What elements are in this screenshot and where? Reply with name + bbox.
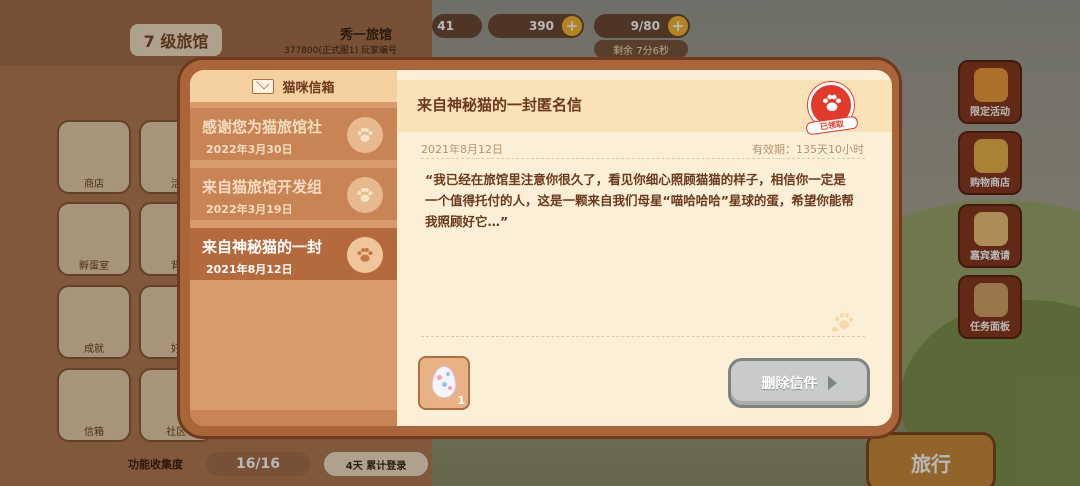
envelope-icon <box>252 78 275 94</box>
mail-item[interactable]: 来自猫旅馆开发组 2022年3月19日 <box>190 168 397 224</box>
mailbox-header: 猫咪信箱 <box>190 70 397 102</box>
letter-body: “我已经在旅馆里注意你很久了，看见你细心照顾猫猫的样子，相信你一定是一个值得托付… <box>425 172 854 229</box>
letter-validity: 有效期：135天10小时 <box>752 143 864 156</box>
mail-item-selected[interactable]: 来自神秘猫的一封 2021年8月12日 <box>190 228 397 284</box>
delete-letter-button[interactable]: 删除信件 <box>728 358 870 408</box>
divider <box>421 336 865 337</box>
paw-icon <box>347 237 383 273</box>
divider <box>421 158 865 159</box>
mail-item[interactable]: 感谢您为猫旅馆社 2022年3月30日 <box>190 108 397 164</box>
play-arrow-icon <box>827 376 837 390</box>
attachment-quantity: 1 <box>457 394 465 407</box>
mailbox-title: 猫咪信箱 <box>282 80 335 96</box>
egg-icon <box>432 366 456 398</box>
mail-date: 2022年3月30日 <box>206 143 293 156</box>
letter-panel: 来自神秘猫的一封匿名信 已领取 2021年8月12日 有效期：135天10小时 … <box>397 70 892 426</box>
mailbox-modal: 猫咪信箱 感谢您为猫旅馆社 2022年3月30日 来自猫旅馆开发组 2022年3… <box>177 57 902 439</box>
mail-title: 感谢您为猫旅馆社 <box>202 118 323 136</box>
paw-icon <box>347 117 383 153</box>
letter-title: 来自神秘猫的一封匿名信 <box>417 96 583 114</box>
mail-list-footer <box>190 410 397 426</box>
mail-date: 2021年8月12日 <box>206 263 293 276</box>
mail-list: 猫咪信箱 感谢您为猫旅馆社 2022年3月30日 来自猫旅馆开发组 2022年3… <box>190 70 397 426</box>
mail-date: 2022年3月19日 <box>206 203 293 216</box>
mail-title: 来自猫旅馆开发组 <box>202 178 323 196</box>
paw-icon <box>823 94 841 112</box>
paw-icon <box>831 313 854 332</box>
paw-icon <box>347 177 383 213</box>
attachment-slot[interactable]: 1 <box>418 356 470 410</box>
letter-date: 2021年8月12日 <box>421 143 503 156</box>
delete-label: 删除信件 <box>761 376 818 392</box>
mail-title: 来自神秘猫的一封 <box>202 238 323 256</box>
